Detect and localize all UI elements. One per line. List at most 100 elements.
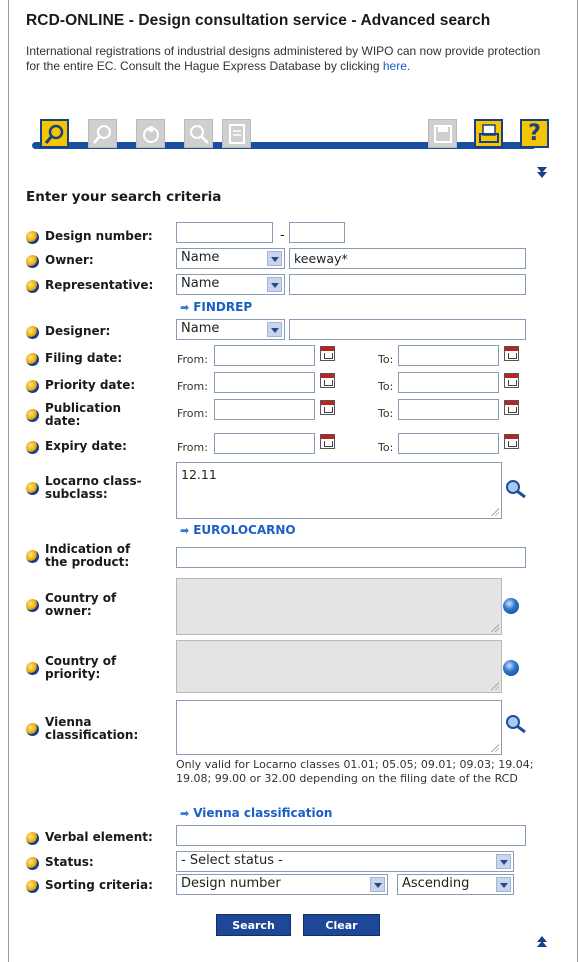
resize-grip-icon — [490, 507, 499, 516]
info-icon — [26, 723, 39, 736]
indication-label: Indication of the product: — [26, 543, 130, 569]
clear-button[interactable]: Clear — [303, 914, 380, 936]
country-priority-label: Country of priority: — [26, 655, 116, 681]
page-title: RCD-ONLINE - Design consultation service… — [26, 12, 491, 29]
calendar-icon[interactable] — [320, 373, 335, 388]
priority-to-label: To: — [378, 380, 394, 393]
info-icon — [26, 255, 39, 268]
resize-grip-icon — [490, 623, 499, 632]
zoom-icon[interactable] — [184, 119, 213, 148]
designer-type-select[interactable]: Name — [176, 319, 285, 340]
save-icon[interactable] — [428, 119, 457, 148]
publication-from-input[interactable] — [214, 399, 315, 420]
eurolocarno-link[interactable]: ➡ EUROLOCARNO — [180, 523, 296, 537]
resize-grip-icon — [490, 743, 499, 752]
print-icon[interactable] — [474, 119, 503, 148]
design-number-suffix-input[interactable] — [289, 222, 345, 243]
globe-icon[interactable] — [503, 660, 519, 676]
locarno-label: Locarno class-subclass: — [26, 475, 142, 501]
representative-input[interactable] — [289, 274, 526, 295]
publication-to-input[interactable] — [398, 399, 499, 420]
info-icon — [26, 353, 39, 366]
publication-from-label: From: — [177, 407, 208, 420]
info-icon — [26, 409, 39, 422]
info-icon — [26, 599, 39, 612]
design-number-input[interactable] — [176, 222, 273, 243]
filing-date-label: Filing date: — [26, 352, 122, 366]
design-number-dash: - — [280, 228, 285, 243]
info-icon — [26, 231, 39, 244]
calendar-icon[interactable] — [504, 373, 519, 388]
design-number-label: Design number: — [26, 230, 153, 244]
filing-to-input[interactable] — [398, 345, 499, 366]
calendar-icon[interactable] — [320, 434, 335, 449]
info-icon — [26, 550, 39, 563]
expiry-from-label: From: — [177, 441, 208, 454]
country-owner-label: Country of owner: — [26, 592, 116, 618]
owner-type-select[interactable]: Name — [176, 248, 285, 269]
info-icon — [26, 880, 39, 893]
expiry-to-input[interactable] — [398, 433, 499, 454]
publication-to-label: To: — [378, 407, 394, 420]
publication-date-label: Publication date: — [26, 402, 121, 428]
calendar-icon[interactable] — [320, 346, 335, 361]
hague-link[interactable]: here. — [383, 59, 410, 73]
sort-field-select[interactable]: Design number — [176, 874, 388, 895]
chevron-down-icon — [267, 251, 282, 266]
magnifier-icon[interactable] — [505, 479, 527, 499]
status-select[interactable]: - Select status - — [176, 851, 514, 872]
verbal-element-input[interactable] — [176, 825, 526, 846]
info-icon — [26, 857, 39, 870]
country-priority-textarea[interactable] — [176, 640, 502, 693]
chevron-down-icon — [267, 322, 282, 337]
document-icon[interactable] — [222, 119, 251, 148]
advanced-search-icon[interactable] — [88, 119, 117, 148]
filing-to-label: To: — [378, 353, 394, 366]
locarno-textarea[interactable]: 12.11 — [176, 462, 502, 519]
priority-from-label: From: — [177, 380, 208, 393]
indication-input[interactable] — [176, 547, 526, 568]
results-icon[interactable] — [136, 119, 165, 148]
filing-from-label: From: — [177, 353, 208, 366]
vienna-note: Only valid for Locarno classes 01.01; 05… — [176, 758, 534, 785]
vienna-classification-link[interactable]: ➡ Vienna classification — [180, 806, 332, 820]
designer-input[interactable] — [289, 319, 526, 340]
calendar-icon[interactable] — [504, 400, 519, 415]
sort-order-select[interactable]: Ascending — [397, 874, 514, 895]
search-icon[interactable] — [40, 119, 69, 148]
vienna-label: Vienna classification: — [26, 716, 138, 742]
search-button[interactable]: Search — [216, 914, 291, 936]
arrow-right-icon: ➡ — [180, 807, 190, 820]
country-owner-textarea[interactable] — [176, 578, 502, 635]
verbal-element-label: Verbal element: — [26, 831, 153, 845]
chevron-down-icon — [267, 277, 282, 292]
expiry-from-input[interactable] — [214, 433, 315, 454]
status-label: Status: — [26, 856, 94, 870]
scroll-up-icon[interactable] — [536, 935, 548, 949]
arrow-right-icon: ➡ — [180, 524, 190, 537]
owner-input[interactable]: keeway* — [289, 248, 526, 269]
sorting-criteria-label: Sorting criteria: — [26, 879, 153, 893]
calendar-icon[interactable] — [504, 346, 519, 361]
info-icon — [26, 482, 39, 495]
priority-from-input[interactable] — [214, 372, 315, 393]
info-icon — [26, 662, 39, 675]
magnifier-icon[interactable] — [505, 714, 527, 734]
findrep-link[interactable]: ➡ FINDREP — [180, 300, 252, 314]
filing-from-input[interactable] — [214, 345, 315, 366]
calendar-icon[interactable] — [320, 400, 335, 415]
representative-type-select[interactable]: Name — [176, 274, 285, 295]
priority-to-input[interactable] — [398, 372, 499, 393]
scroll-down-icon[interactable] — [536, 165, 548, 179]
info-icon — [26, 280, 39, 293]
chevron-down-icon — [496, 854, 511, 869]
resize-grip-icon — [490, 681, 499, 690]
calendar-icon[interactable] — [504, 434, 519, 449]
help-icon[interactable]: ? — [520, 119, 549, 148]
vienna-textarea[interactable] — [176, 700, 502, 755]
info-icon — [26, 441, 39, 454]
chevron-down-icon — [370, 877, 385, 892]
representative-label: Representative: — [26, 279, 153, 293]
globe-icon[interactable] — [503, 598, 519, 614]
expiry-date-label: Expiry date: — [26, 440, 127, 454]
